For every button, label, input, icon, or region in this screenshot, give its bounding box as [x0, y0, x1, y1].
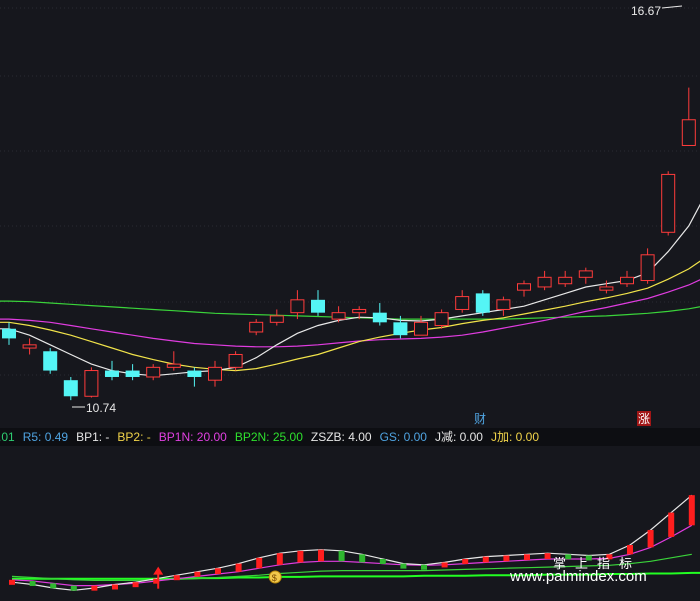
candle-body-up [269, 315, 284, 323]
sub-bar [50, 583, 57, 589]
sub-bar [503, 555, 510, 562]
candle-body-up [146, 366, 161, 378]
ma-white-line [0, 203, 700, 377]
sub-bar [173, 575, 180, 581]
candle-body-down [187, 370, 202, 377]
candle-body-up [166, 363, 181, 368]
candle-body-up [640, 254, 655, 282]
candle-body-up [599, 286, 614, 291]
indicator-value: R5: 0.49 [22, 430, 69, 444]
candle-body-up [661, 173, 676, 233]
candle-body-up [22, 344, 37, 349]
candle-body-up [517, 283, 531, 291]
low-price-label: 10.74 [86, 401, 116, 415]
sub-bar [544, 553, 551, 559]
candlesticks [2, 87, 696, 401]
indicator-value: J减: 0.00 [434, 430, 483, 444]
sub-bar [215, 568, 221, 575]
sub-bar [318, 549, 324, 562]
sub-bar [400, 563, 407, 569]
price-grid [0, 7, 700, 376]
candle-body-up [537, 276, 552, 288]
price-chart[interactable]: 16.67 10.74 财 涨 [0, 0, 700, 428]
candle-body-down [475, 293, 490, 313]
indicator-value: BP2: - [117, 430, 151, 444]
candle-body-up [331, 312, 346, 320]
price-annotations: 16.67 10.74 财 涨 [72, 4, 683, 426]
indicator-value: ZSZB: 4.00 [310, 430, 372, 444]
sub-bar [235, 563, 242, 572]
candle-body-up [249, 321, 264, 333]
candle-body-up [414, 321, 428, 336]
sub-bar [668, 512, 675, 537]
sub-bar [276, 553, 283, 565]
high-price-label: 16.67 [631, 4, 661, 18]
sub-bar [359, 554, 366, 563]
indicator-value: GS: 0.00 [379, 430, 427, 444]
sub-bar [524, 554, 530, 561]
candle-body-down [63, 380, 78, 397]
sub-bar [647, 529, 654, 548]
sub-bar [421, 564, 427, 570]
sub-bar [112, 584, 118, 590]
sub-bar [338, 550, 345, 562]
sub-bar [70, 585, 77, 591]
sub-bar [297, 550, 304, 563]
candle-body-down [125, 370, 140, 377]
indicator-value: BP1N: 20.00 [158, 430, 227, 444]
candle-body-up [352, 308, 367, 314]
buy-arrow-head [153, 566, 164, 575]
candle-body-down [105, 370, 119, 377]
sub-bar [194, 571, 201, 577]
candle-body-down [372, 312, 387, 323]
sub-bar [462, 558, 469, 564]
candle-body-up [620, 276, 634, 285]
coin-icon-glyph: $ [272, 573, 277, 583]
candle-body-down [2, 328, 16, 339]
indicator-value: BP1: - [76, 430, 110, 444]
sub-bar [132, 582, 139, 588]
ma-yellow-line [0, 260, 700, 372]
indicator-value: .01 [0, 430, 15, 444]
candle-body-up [228, 353, 243, 368]
candle-body-up [496, 299, 511, 310]
sub-bar [688, 495, 695, 526]
candle-body-up [455, 296, 470, 310]
candle-body-up [290, 299, 305, 314]
sub-bar [256, 557, 263, 569]
indicator-values-bar: .01 R5: 0.49 BP1: - BP2: - BP1N: 20.00 BP2N: … [0, 428, 700, 446]
candle-body-down [43, 351, 58, 371]
candle-body-down [393, 322, 408, 336]
candle-body-up [558, 276, 573, 285]
moving-average-lines [0, 203, 700, 377]
sub-bar [441, 562, 448, 568]
zhang-marker[interactable]: 涨 [638, 411, 650, 426]
cai-marker[interactable]: 财 [474, 412, 486, 426]
indicator-value: BP2N: 25.00 [234, 430, 303, 444]
candle-body-up [578, 270, 593, 278]
candle-body-up [434, 312, 449, 327]
watermark-url: www.palmindex.com [510, 568, 647, 585]
candle-body-up [84, 370, 99, 397]
sub-bar [91, 585, 98, 591]
sub-bar [29, 581, 36, 586]
candle-body-up [208, 366, 222, 381]
sub-bar [379, 558, 386, 564]
sub-bar [9, 579, 15, 585]
sub-bar [482, 556, 489, 563]
candle-body-up [681, 119, 696, 146]
indicator-value: J加: 0.00 [490, 430, 540, 444]
candle-body-down [311, 299, 325, 313]
